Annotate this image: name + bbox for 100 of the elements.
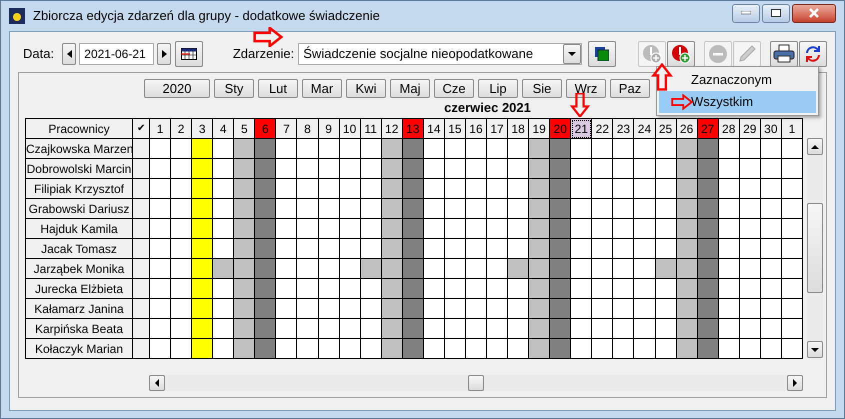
day-cell[interactable] (423, 278, 444, 298)
day-cell[interactable] (528, 318, 550, 338)
day-cell[interactable] (170, 238, 192, 258)
day-cell[interactable] (697, 138, 718, 158)
day-cell[interactable] (170, 318, 192, 338)
day-header[interactable]: 10 (339, 118, 360, 138)
event-combobox[interactable]: Świadczenie socjalne nieopodatkowane (298, 43, 582, 65)
day-cell[interactable] (254, 138, 276, 158)
day-cell[interactable] (318, 178, 340, 198)
employee-name[interactable]: Jacak Tomasz (26, 238, 132, 258)
day-cell[interactable] (339, 138, 360, 158)
day-cell[interactable] (760, 218, 782, 238)
day-cell[interactable] (402, 238, 424, 258)
day-cell[interactable] (381, 218, 402, 238)
day-cell[interactable] (570, 238, 592, 258)
day-header[interactable]: 22 (592, 118, 613, 138)
day-cell[interactable] (444, 218, 466, 238)
day-cell[interactable] (423, 338, 444, 358)
day-cell[interactable] (402, 278, 424, 298)
day-header[interactable]: 27 (697, 118, 718, 138)
day-cell[interactable] (254, 158, 276, 178)
day-cell[interactable] (486, 258, 508, 278)
day-cell[interactable] (570, 298, 592, 318)
menu-item[interactable]: Wszystkim (659, 91, 816, 113)
month-button[interactable]: Mar (302, 79, 342, 98)
day-cell[interactable] (234, 218, 255, 238)
day-cell[interactable] (634, 318, 655, 338)
day-cell[interactable] (634, 278, 655, 298)
day-cell[interactable] (697, 278, 718, 298)
day-cell[interactable] (234, 178, 255, 198)
day-cell[interactable] (276, 338, 297, 358)
day-cell[interactable] (508, 238, 529, 258)
employee-name[interactable]: Kołaczyk Marian (26, 338, 132, 358)
day-cell[interactable] (465, 158, 486, 178)
day-cell[interactable] (423, 218, 444, 238)
day-cell[interactable] (760, 238, 782, 258)
day-cell[interactable] (444, 158, 466, 178)
day-cell[interactable] (718, 218, 740, 238)
day-cell[interactable] (676, 338, 698, 358)
day-cell[interactable] (739, 298, 760, 318)
day-cell[interactable] (508, 258, 529, 278)
day-cell[interactable] (718, 318, 740, 338)
day-cell[interactable] (318, 238, 340, 258)
day-cell[interactable] (360, 238, 382, 258)
day-cell[interactable] (781, 218, 802, 238)
day-cell[interactable] (170, 178, 192, 198)
day-cell[interactable] (234, 318, 255, 338)
day-cell[interactable] (760, 338, 782, 358)
day-cell[interactable] (718, 158, 740, 178)
day-cell[interactable] (781, 178, 802, 198)
day-cell[interactable] (360, 278, 382, 298)
day-cell[interactable] (465, 298, 486, 318)
day-cell[interactable] (339, 158, 360, 178)
day-header[interactable]: 1 (781, 118, 802, 138)
day-cell[interactable] (360, 138, 382, 158)
day-cell[interactable] (634, 298, 655, 318)
day-cell[interactable] (612, 178, 634, 198)
day-cell[interactable] (339, 298, 360, 318)
employee-name[interactable]: Jarząbek Monika (26, 258, 132, 278)
day-cell[interactable] (276, 278, 297, 298)
day-cell[interactable] (465, 198, 486, 218)
day-header[interactable]: 2 (170, 118, 192, 138)
day-cell[interactable] (150, 258, 171, 278)
day-cell[interactable] (760, 258, 782, 278)
day-cell[interactable] (192, 258, 213, 278)
day-cell[interactable] (402, 198, 424, 218)
day-cell[interactable] (402, 138, 424, 158)
day-cell[interactable] (465, 178, 486, 198)
day-cell[interactable] (339, 318, 360, 338)
day-cell[interactable] (192, 138, 213, 158)
month-button[interactable]: Wrz (566, 79, 606, 98)
employee-name[interactable]: Hajduk Kamila (26, 218, 132, 238)
day-cell[interactable] (381, 198, 402, 218)
day-cell[interactable] (296, 218, 318, 238)
day-header[interactable]: 24 (634, 118, 655, 138)
day-cell[interactable] (760, 278, 782, 298)
day-cell[interactable] (634, 258, 655, 278)
day-cell[interactable] (697, 158, 718, 178)
day-cell[interactable] (318, 318, 340, 338)
day-header[interactable]: 4 (212, 118, 234, 138)
day-cell[interactable] (739, 198, 760, 218)
day-cell[interactable] (444, 258, 466, 278)
day-cell[interactable] (508, 298, 529, 318)
day-cell[interactable] (718, 298, 740, 318)
day-cell[interactable] (655, 218, 676, 238)
month-button[interactable]: Lut (258, 79, 298, 98)
day-cell[interactable] (234, 298, 255, 318)
day-cell[interactable] (592, 178, 613, 198)
day-cell[interactable] (212, 198, 234, 218)
day-cell[interactable] (508, 158, 529, 178)
day-cell[interactable] (655, 318, 676, 338)
day-cell[interactable] (550, 278, 571, 298)
day-cell[interactable] (150, 218, 171, 238)
day-cell[interactable] (634, 338, 655, 358)
day-cell[interactable] (423, 238, 444, 258)
day-cell[interactable] (150, 198, 171, 218)
employee-name[interactable]: Dobrowolski Marcin (26, 158, 132, 178)
day-cell[interactable] (697, 338, 718, 358)
day-cell[interactable] (781, 158, 802, 178)
day-cell[interactable] (718, 338, 740, 358)
